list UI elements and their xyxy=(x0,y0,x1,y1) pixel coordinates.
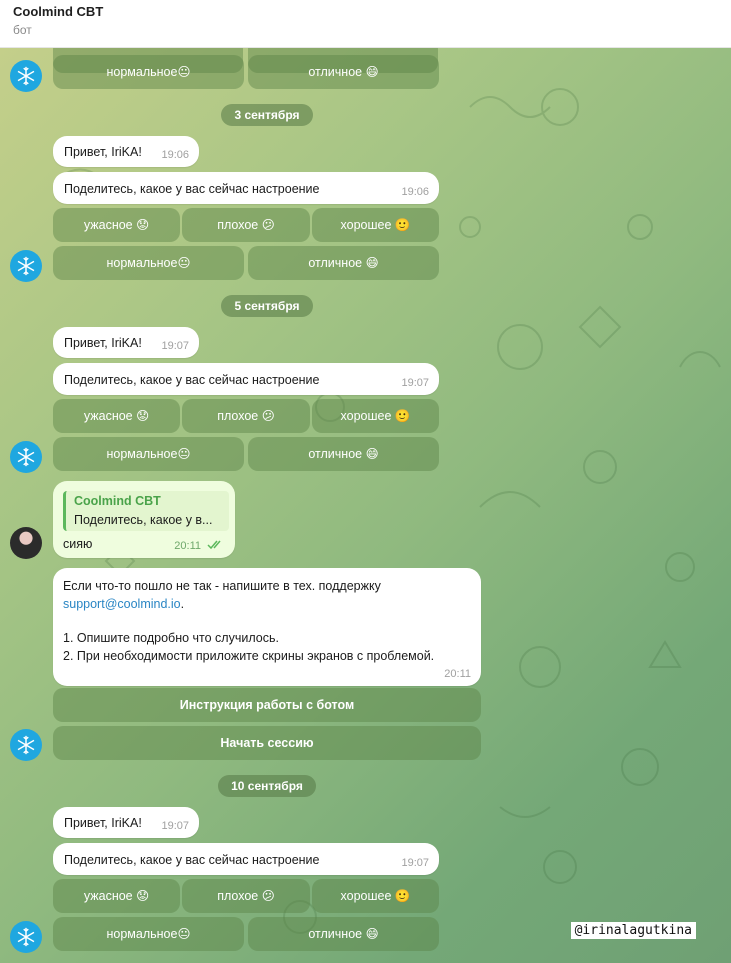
message-bubble: Привет, IriKA! 19:07 xyxy=(53,327,199,358)
mood-terrible-button[interactable]: ужасное 😟 xyxy=(53,879,180,913)
mood-normal-button[interactable]: нормальное😐 xyxy=(53,246,244,280)
mood-bad-button[interactable]: плохое 😕 xyxy=(182,879,310,913)
message-bubble: Поделитесь, какое у вас сейчас настроени… xyxy=(53,843,439,875)
chat-header: Coolmind CBT бот xyxy=(0,0,731,48)
support-email-link[interactable]: support@coolmind.io xyxy=(63,597,181,611)
message-time: 19:06 xyxy=(161,149,189,161)
support-item: 1. Опишите подробно что случилось. xyxy=(63,631,279,645)
snowflake-icon xyxy=(17,256,35,276)
snowflake-icon xyxy=(17,927,35,947)
mood-excellent-button[interactable]: отличное 😄 xyxy=(248,917,439,951)
watermark: @irinalagutkina xyxy=(570,922,696,939)
snowflake-icon xyxy=(17,66,35,86)
double-check-icon xyxy=(207,540,221,550)
bot-avatar[interactable] xyxy=(10,250,42,282)
date-separator: 3 сентября xyxy=(221,104,313,126)
mood-bad-button[interactable]: плохое 😕 xyxy=(182,208,310,242)
mood-normal-button[interactable]: нормальное😐 xyxy=(53,55,244,89)
message-text: Поделитесь, какое у вас сейчас настроени… xyxy=(64,373,320,387)
bot-avatar[interactable] xyxy=(10,921,42,953)
mood-terrible-button[interactable]: ужасное 😟 xyxy=(53,399,180,433)
message-bubble: Привет, IriKA! 19:07 xyxy=(53,807,199,838)
support-line: Если что-то пошло не так - напишите в те… xyxy=(63,579,381,593)
message-time: 19:07 xyxy=(161,340,189,352)
reply-quote[interactable]: Coolmind CBT Поделитесь, какое у в... xyxy=(63,491,229,531)
support-email-line: support@coolmind.io. xyxy=(63,595,434,613)
message-time: 19:06 xyxy=(401,186,429,198)
mood-excellent-button[interactable]: отличное 😄 xyxy=(248,437,439,471)
message-text: Привет, IriKA! xyxy=(64,816,142,830)
chat-title[interactable]: Coolmind CBT xyxy=(13,4,103,19)
message-text: Поделитесь, какое у вас сейчас настроени… xyxy=(64,853,320,867)
email-dot: . xyxy=(180,597,185,611)
mood-terrible-button[interactable]: ужасное 😟 xyxy=(53,208,180,242)
instructions-button[interactable]: Инструкция работы с ботом xyxy=(53,688,481,722)
message-text: Привет, IriKA! xyxy=(64,145,142,159)
mood-normal-button[interactable]: нормальное😐 xyxy=(53,437,244,471)
outgoing-message: Coolmind CBT Поделитесь, какое у в... си… xyxy=(53,481,235,558)
mood-normal-button[interactable]: нормальное😐 xyxy=(53,917,244,951)
message-time: 19:07 xyxy=(161,820,189,832)
message-bubble: Поделитесь, какое у вас сейчас настроени… xyxy=(53,363,439,395)
message-time: 19:07 xyxy=(401,377,429,389)
message-text: Поделитесь, какое у вас сейчас настроени… xyxy=(64,182,320,196)
message-time: 20:11 xyxy=(444,668,471,680)
mood-good-button[interactable]: хорошее 🙂 xyxy=(312,879,439,913)
mood-excellent-button[interactable]: отличное 😄 xyxy=(248,55,439,89)
date-separator: 5 сентября xyxy=(221,295,313,317)
message-text: Привет, IriKA! xyxy=(64,336,142,350)
chat-subtitle: бот xyxy=(13,23,32,37)
bot-avatar[interactable] xyxy=(10,441,42,473)
message-bubble: Поделитесь, какое у вас сейчас настроени… xyxy=(53,172,439,204)
chat-area[interactable]: нормальное😐 отличное 😄 3 сентября Привет… xyxy=(0,47,731,963)
mood-good-button[interactable]: хорошее 🙂 xyxy=(312,399,439,433)
mood-good-button[interactable]: хорошее 🙂 xyxy=(312,208,439,242)
mood-bad-button[interactable]: плохое 😕 xyxy=(182,399,310,433)
bot-avatar[interactable] xyxy=(10,729,42,761)
message-bubble: Привет, IriKA! 19:06 xyxy=(53,136,199,167)
date-separator: 10 сентября xyxy=(218,775,316,797)
support-item: 2. При необходимости приложите скрины эк… xyxy=(63,649,435,663)
mood-excellent-button[interactable]: отличное 😄 xyxy=(248,246,439,280)
support-message: Если что-то пошло не так - напишите в те… xyxy=(53,568,481,686)
snowflake-icon xyxy=(17,447,35,467)
message-text: сияю xyxy=(63,537,93,551)
quote-author: Coolmind CBT xyxy=(74,494,161,508)
snowflake-icon xyxy=(17,735,35,755)
support-text: Если что-то пошло не так - напишите в те… xyxy=(63,577,434,665)
start-session-button[interactable]: Начать сессию xyxy=(53,726,481,760)
user-avatar[interactable] xyxy=(10,527,42,559)
bot-avatar[interactable] xyxy=(10,60,42,92)
message-time: 20:11 xyxy=(174,540,201,552)
message-time: 19:07 xyxy=(401,857,429,869)
quote-text: Поделитесь, какое у в... xyxy=(74,513,213,527)
